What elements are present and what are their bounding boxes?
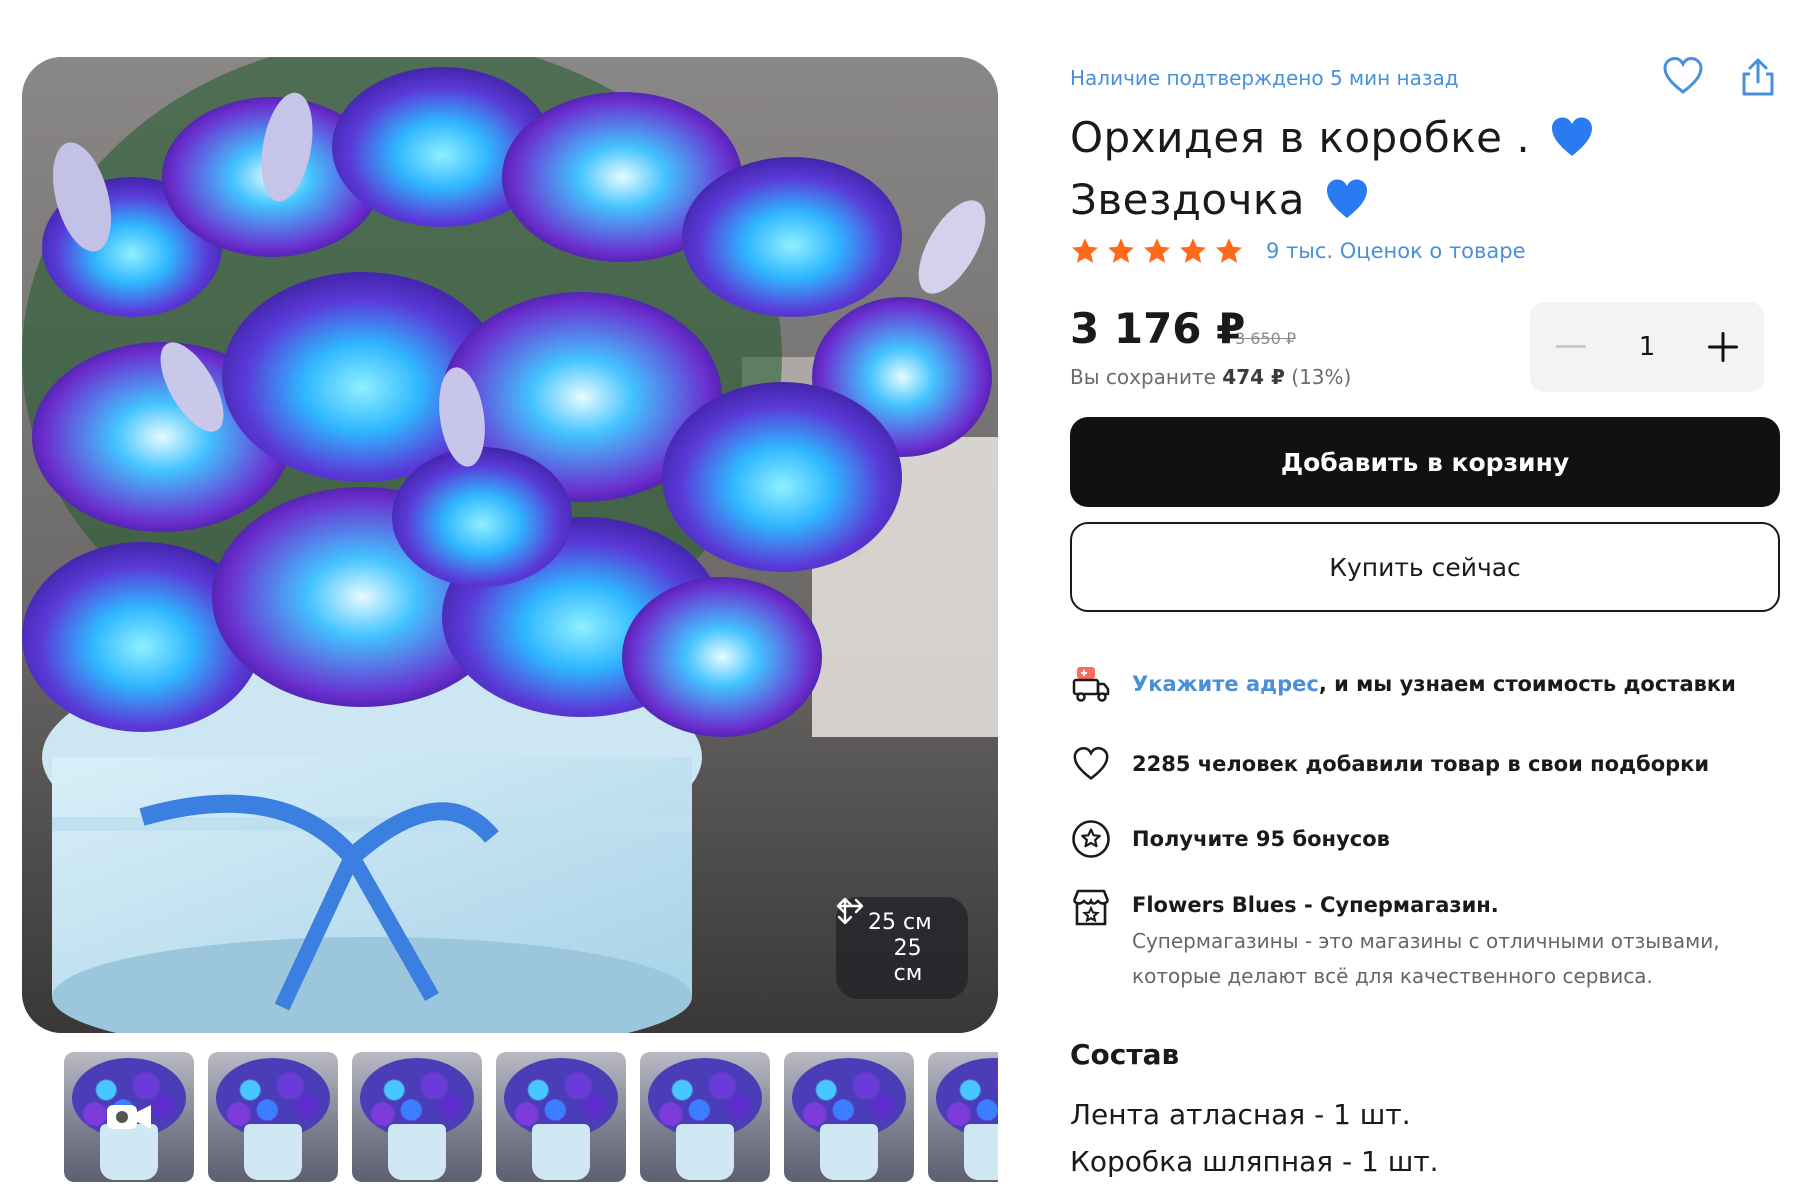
composition-item: Лента атласная - 1 шт.	[1070, 1098, 1411, 1131]
buy-now-button[interactable]: Купить сейчас	[1070, 522, 1780, 612]
collections-text: 2285 человек добавили товар в свои подбо…	[1132, 752, 1710, 776]
thumbnail-3[interactable]	[352, 1052, 482, 1182]
width-dimension: 25 см	[836, 898, 952, 935]
old-price: 3 650 ₽	[1235, 329, 1297, 348]
store-description: Супермагазины - это магазины с отличными…	[1132, 929, 1720, 988]
plus-icon	[1708, 332, 1738, 362]
video-camera-icon	[107, 1105, 151, 1129]
share-icon	[1742, 58, 1774, 96]
minus-icon	[1556, 345, 1586, 348]
dimensions-badge: 25 см 25 см	[836, 897, 968, 999]
quantity-stepper: 1	[1530, 302, 1764, 392]
decrease-quantity-button[interactable]	[1550, 326, 1592, 368]
reviews-link[interactable]: 9 тыс. Оценок о товаре	[1266, 239, 1526, 263]
height-label: 25 см	[893, 936, 923, 987]
star-icon	[1108, 238, 1134, 263]
savings-prefix: Вы сохраните	[1070, 365, 1216, 389]
savings-info: Вы сохраните 474 ₽ (13%)	[1070, 365, 1351, 389]
orchid-bouquet-image	[22, 57, 998, 1033]
thumbnail-4[interactable]	[496, 1052, 626, 1182]
thumbnail-strip	[64, 1052, 998, 1182]
savings-percent: (13%)	[1291, 365, 1352, 389]
bonus-text: Получите 95 бонусов	[1132, 827, 1390, 851]
increase-quantity-button[interactable]	[1702, 326, 1744, 368]
blue-heart-icon	[1325, 178, 1369, 234]
heart-outline-icon	[1070, 743, 1112, 785]
savings-amount: 474 ₽	[1222, 365, 1285, 389]
thumbnail-5[interactable]	[640, 1052, 770, 1182]
star-icon	[1072, 238, 1098, 263]
composition-title: Состав	[1070, 1038, 1180, 1071]
delivery-text: , и мы узнаем стоимость доставки	[1318, 672, 1736, 696]
thumbnail-6[interactable]	[784, 1052, 914, 1182]
rating-row: 9 тыс. Оценок о товаре	[1070, 236, 1526, 266]
store-name[interactable]: Flowers Blues - Супермагазин.	[1132, 886, 1752, 924]
specify-address-link[interactable]: Укажите адрес	[1132, 672, 1319, 696]
availability-status: Наличие подтверждено 5 мин назад	[1070, 66, 1459, 90]
product-title-line2: Звездочка	[1070, 175, 1306, 224]
add-to-cart-button[interactable]: Добавить в корзину	[1070, 417, 1780, 507]
thumbnail-2[interactable]	[208, 1052, 338, 1182]
thumbnail-7[interactable]	[928, 1052, 998, 1182]
blue-heart-icon	[1550, 116, 1594, 172]
collections-feature: 2285 человек добавили товар в свои подбо…	[1070, 743, 1709, 785]
product-title-line1: Орхидея в коробке .	[1070, 113, 1531, 162]
favorite-button[interactable]	[1662, 56, 1704, 100]
delivery-truck-icon	[1070, 663, 1112, 705]
star-icon	[1216, 238, 1242, 263]
store-icon	[1070, 886, 1112, 928]
width-label: 25 см	[868, 909, 932, 935]
store-feature: Flowers Blues - Супермагазин. Супермагаз…	[1070, 886, 1752, 994]
height-dimension: 25 см	[837, 897, 952, 987]
star-icon	[1180, 238, 1206, 263]
share-button[interactable]	[1738, 56, 1778, 102]
star-icon	[1144, 238, 1170, 263]
thumbnail-video[interactable]	[64, 1052, 197, 1182]
main-product-photo[interactable]: 25 см 25 см	[22, 57, 998, 1033]
heart-icon	[1663, 56, 1703, 94]
product-title: Орхидея в коробке . Звездочка	[1070, 110, 1630, 234]
quantity-value[interactable]: 1	[1625, 332, 1669, 362]
delivery-feature: Укажите адрес, и мы узнаем стоимость дос…	[1070, 663, 1736, 705]
bonus-star-icon	[1070, 818, 1112, 860]
bonus-feature: Получите 95 бонусов	[1070, 818, 1390, 860]
composition-item: Коробка шляпная - 1 шт.	[1070, 1145, 1439, 1178]
current-price: 3 176 ₽	[1070, 304, 1246, 353]
